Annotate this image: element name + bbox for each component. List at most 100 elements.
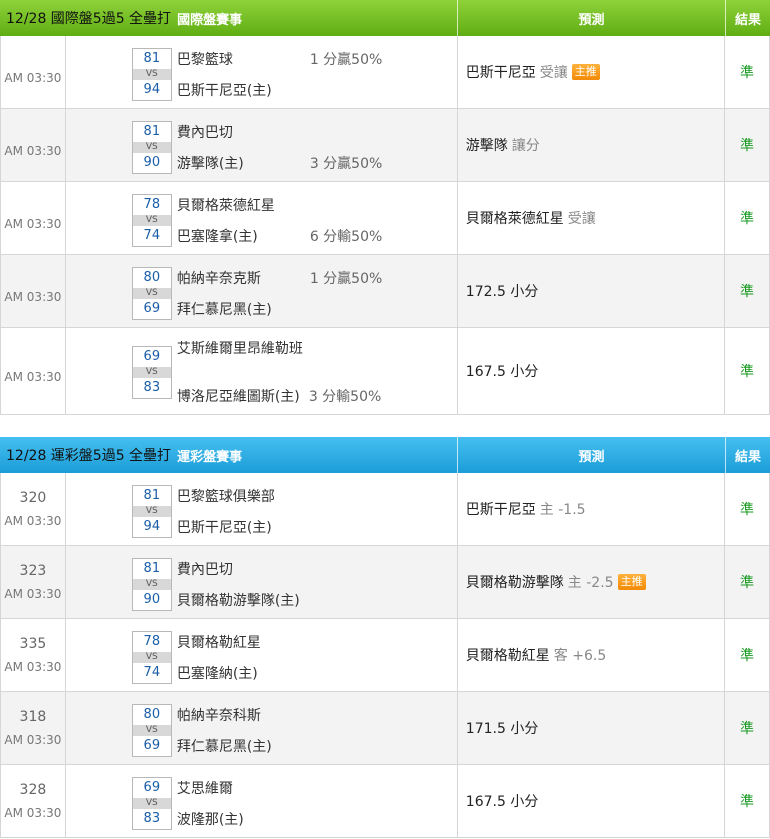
team-home[interactable]: 波隆那(主): [177, 809, 244, 829]
team-away[interactable]: 貝爾格勒紅星: [177, 632, 261, 652]
panel-tag[interactable]: 運彩盤賽事: [177, 446, 242, 465]
vs-label: VS: [132, 215, 171, 226]
prediction-pick: 巴斯干尼亞: [465, 502, 536, 518]
match-time: AM 03:30: [4, 514, 62, 528]
team-away[interactable]: 艾斯維爾里昂維勒班: [177, 339, 307, 359]
team-away[interactable]: 艾思維爾: [177, 778, 233, 798]
score-box: 69 VS 83: [131, 346, 172, 399]
prediction-cell: 貝爾格萊德紅星 受讓: [458, 182, 726, 254]
time-cell: AM 03:30: [1, 255, 66, 327]
score-away: 81: [143, 488, 161, 503]
match-row: 318 AM 03:30 80 VS 69 帕納辛奈科斯 拜仁慕尼黑(主) 17…: [0, 692, 770, 765]
score-away: 69: [143, 349, 161, 364]
prediction-pick: 貝爾格勒游擊隊: [465, 575, 564, 591]
game-number: 318: [19, 709, 47, 725]
prediction-sub: 讓分: [511, 138, 540, 154]
match-cell: 81 VS 90 費內巴切 游擊隊(主) 3 分贏50%: [66, 109, 458, 181]
vs-label: VS: [132, 506, 171, 517]
time-cell: 323 AM 03:30: [1, 546, 66, 618]
team-home[interactable]: 貝爾格勒游擊隊(主): [177, 590, 300, 610]
score-home: 94: [143, 82, 161, 97]
prediction-pick: 巴斯干尼亞: [465, 65, 536, 81]
vs-label: VS: [132, 652, 171, 663]
game-number: 335: [19, 636, 47, 652]
prediction-sub: 客 +6.5: [553, 648, 607, 664]
match-cell: 81 VS 94 巴黎籃球俱樂部 巴斯干尼亞(主): [66, 473, 458, 545]
score-home: 90: [143, 592, 161, 607]
game-number: 323: [19, 563, 47, 579]
score-box: 81 VS 90: [131, 121, 172, 174]
team-away[interactable]: 費內巴切: [177, 559, 233, 579]
score-away: 80: [143, 270, 161, 285]
time-cell: 318 AM 03:30: [1, 692, 66, 764]
time-cell: AM 03:30: [1, 328, 66, 414]
score-home: 74: [143, 665, 161, 680]
result-cell: 準: [740, 65, 755, 81]
match-row: AM 03:30 78 VS 74 貝爾格萊德紅星 巴塞隆拿(主) 6 分輸50…: [0, 182, 770, 255]
score-home: 94: [143, 519, 161, 534]
team-away[interactable]: 費內巴切: [177, 122, 233, 142]
team-home[interactable]: 巴斯干尼亞(主): [177, 80, 272, 100]
prediction-sub: 主 -1.5: [539, 502, 586, 518]
panel-title-text: 12/28 運彩盤5過5 全壘打: [6, 448, 172, 464]
prediction-sub: 受讓: [567, 211, 596, 227]
prediction-pick: 172.5 小分: [465, 284, 539, 300]
result-header: 結果: [734, 449, 761, 465]
handicap-note: 6 分輸50%: [309, 229, 383, 245]
match-row: AM 03:30 81 VS 90 費內巴切 游擊隊(主) 3 分贏50% 游擊…: [0, 109, 770, 182]
team-away[interactable]: 巴黎籃球俱樂部: [177, 486, 275, 506]
vs-label: VS: [132, 725, 171, 736]
score-box: 78 VS 74: [131, 631, 172, 684]
prediction-header: 預測: [458, 437, 726, 473]
team-home[interactable]: 巴塞隆拿(主): [177, 226, 258, 246]
team-away[interactable]: 帕納辛奈克斯: [177, 268, 261, 288]
prediction-cell: 貝爾格勒游擊隊 主 -2.5 主推: [458, 546, 726, 618]
prediction-header: 預測: [458, 0, 726, 36]
vs-label: VS: [132, 288, 171, 299]
prediction-pick: 167.5 小分: [465, 364, 539, 380]
prediction-cell: 167.5 小分: [458, 328, 726, 414]
handicap-note: 1 分贏50%: [309, 271, 383, 287]
team-away[interactable]: 帕納辛奈科斯: [177, 705, 261, 725]
prediction-cell: 171.5 小分: [458, 692, 726, 764]
team-home[interactable]: 拜仁慕尼黑(主): [177, 299, 272, 319]
time-cell: AM 03:30: [1, 36, 66, 108]
score-home: 83: [143, 811, 161, 826]
prediction-pick: 貝爾格萊德紅星: [465, 211, 564, 227]
match-row: AM 03:30 81 VS 94 巴黎籃球 1 分贏50% 巴斯干尼亞(主) …: [0, 36, 770, 109]
score-box: 81 VS 94: [131, 48, 172, 101]
match-time: AM 03:30: [4, 587, 62, 601]
match-time: AM 03:30: [4, 217, 62, 231]
game-number: 320: [19, 490, 47, 506]
prediction-pick: 貝爾格勒紅星: [465, 648, 550, 664]
handicap-note: 1 分贏50%: [309, 52, 383, 68]
result-cell: 準: [740, 648, 755, 664]
prediction-cell: 游擊隊 讓分: [458, 109, 726, 181]
team-home[interactable]: 游擊隊(主): [177, 153, 244, 173]
panel-tag[interactable]: 國際盤賽事: [177, 9, 242, 28]
score-box: 81 VS 90: [131, 558, 172, 611]
vs-label: VS: [132, 798, 171, 809]
prediction-sub: 受讓: [539, 65, 568, 81]
match-row: 328 AM 03:30 69 VS 83 艾思維爾 波隆那(主) 167.5 …: [0, 765, 770, 838]
game-number: 328: [19, 782, 47, 798]
panel-title: 12/28 國際盤5過5 全壘打 國際盤賽事: [0, 0, 458, 36]
score-home: 90: [143, 155, 161, 170]
match-row: AM 03:30 80 VS 69 帕納辛奈克斯 1 分贏50% 拜仁慕尼黑(主…: [0, 255, 770, 328]
team-away[interactable]: 貝爾格萊德紅星: [177, 195, 275, 215]
panel-header: 12/28 運彩盤5過5 全壘打 運彩盤賽事 預測 結果: [0, 437, 770, 473]
prediction-cell: 巴斯干尼亞 主 -1.5: [458, 473, 726, 545]
score-home: 83: [143, 380, 161, 395]
prediction-sub: 主 -2.5: [567, 575, 614, 591]
team-home[interactable]: 博洛尼亞維圖斯(主): [177, 386, 300, 406]
score-home: 74: [143, 228, 161, 243]
result-cell: 準: [740, 721, 755, 737]
match-time: AM 03:30: [4, 660, 62, 674]
team-home[interactable]: 巴塞隆納(主): [177, 663, 258, 683]
match-cell: 78 VS 74 貝爾格萊德紅星 巴塞隆拿(主) 6 分輸50%: [66, 182, 458, 254]
team-home[interactable]: 巴斯干尼亞(主): [177, 517, 272, 537]
team-away[interactable]: 巴黎籃球: [177, 49, 233, 69]
score-box: 80 VS 69: [131, 267, 172, 320]
team-home[interactable]: 拜仁慕尼黑(主): [177, 736, 272, 756]
result-cell: 準: [740, 284, 755, 300]
